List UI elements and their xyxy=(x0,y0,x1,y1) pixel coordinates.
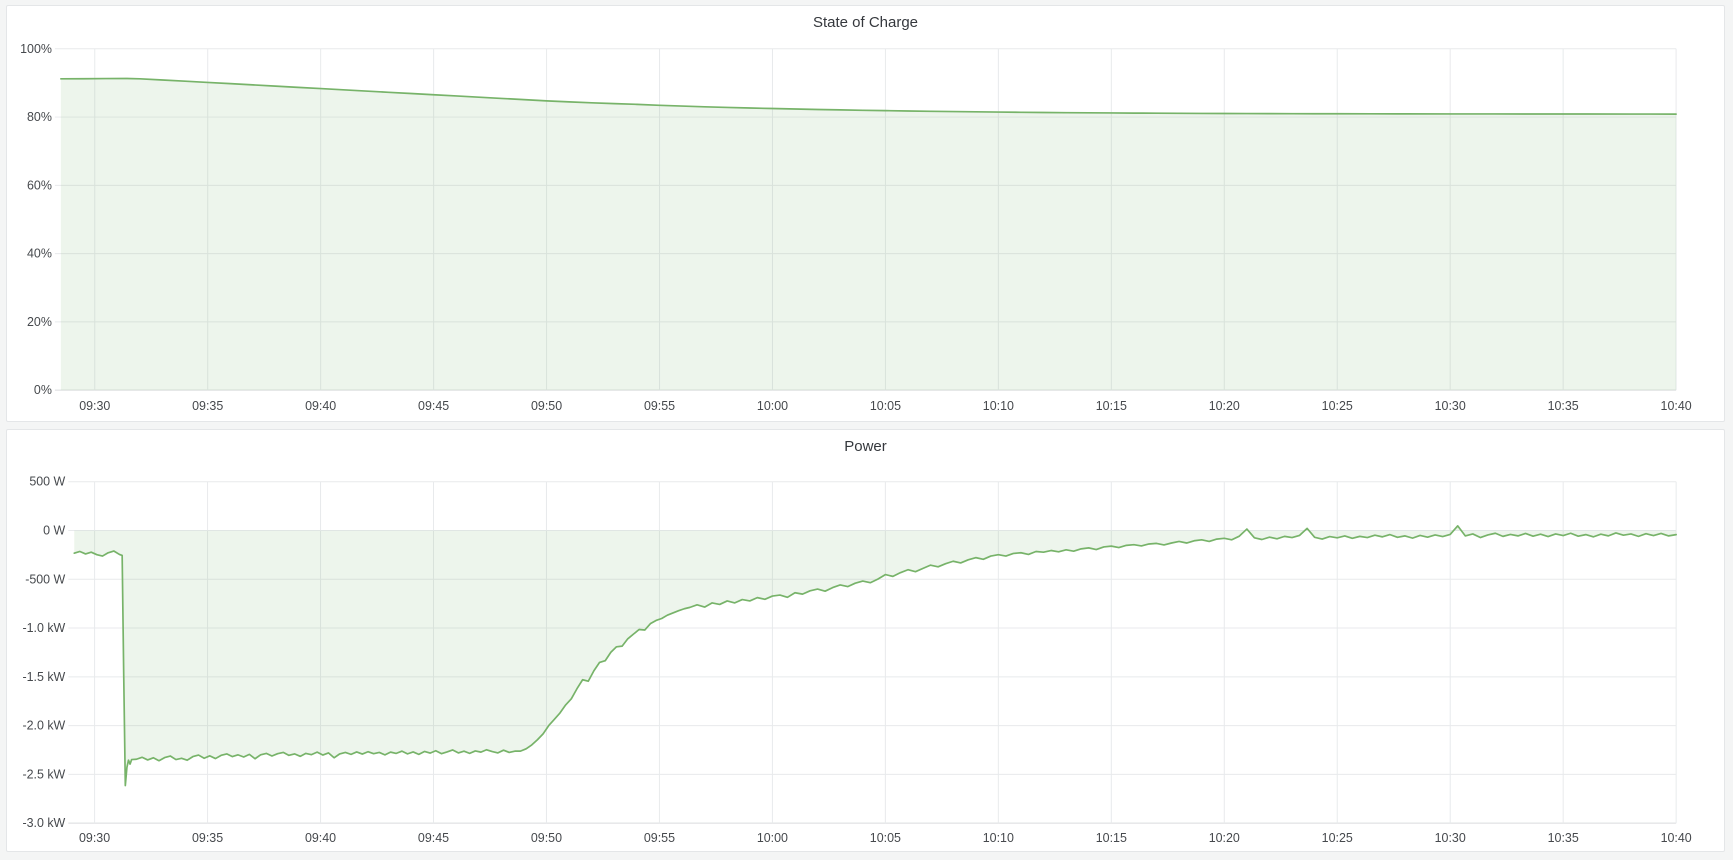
y-axis-tick-label: -1.0 kW xyxy=(22,621,65,635)
y-axis-tick-label: -3.0 kW xyxy=(22,816,65,830)
x-axis-tick-label: 10:30 xyxy=(1435,399,1466,413)
x-axis-tick-label: 10:15 xyxy=(1096,831,1127,845)
x-axis-tick-label: 10:20 xyxy=(1209,831,1240,845)
soc-chart-canvas[interactable]: 100% 80% 60% 40% 20% 0% 09:30 09:35 09:40 09:45 09… xyxy=(7,6,1724,421)
x-axis-tick-label: 10:40 xyxy=(1661,399,1692,413)
power-area-fill xyxy=(74,526,1676,786)
x-axis-tick-label: 09:50 xyxy=(531,831,562,845)
x-axis-tick-label: 09:35 xyxy=(192,399,223,413)
x-axis-tick-label: 09:45 xyxy=(418,399,449,413)
x-axis-tick-label: 10:00 xyxy=(757,399,788,413)
x-axis-tick-label: 10:05 xyxy=(870,399,901,413)
x-axis-tick-label: 09:35 xyxy=(192,831,223,845)
y-axis-tick-label: -1.5 kW xyxy=(22,670,65,684)
y-axis-tick-label: 500 W xyxy=(29,475,65,489)
x-axis-tick-label: 10:15 xyxy=(1096,399,1127,413)
x-axis-tick-label: 10:10 xyxy=(983,399,1014,413)
y-axis-tick-label: 60% xyxy=(27,178,52,192)
x-axis-tick-label: 09:45 xyxy=(418,831,449,845)
x-axis-tick-label: 09:30 xyxy=(79,831,110,845)
power-chart-canvas[interactable]: 500 W 0 W -500 W -1.0 kW -1.5 kW -2.0 kW -2.5 … xyxy=(7,430,1724,851)
y-axis-tick-label: 80% xyxy=(27,110,52,124)
dashboard: 100% 80% 60% 40% 20% 0% 09:30 09:35 09:40 09:45 09… xyxy=(0,0,1733,860)
y-axis-tick-label: 0% xyxy=(34,383,52,397)
y-axis-tick-label: -2.0 kW xyxy=(22,719,65,733)
y-axis-tick-label: -2.5 kW xyxy=(22,767,65,781)
y-axis-tick-label: -500 W xyxy=(25,572,65,586)
x-axis-tick-label: 10:10 xyxy=(983,831,1014,845)
x-axis-tick-label: 10:25 xyxy=(1322,399,1353,413)
x-axis-tick-label: 09:55 xyxy=(644,831,675,845)
x-axis-tick-label: 10:05 xyxy=(870,831,901,845)
x-axis-tick-label: 09:50 xyxy=(531,399,562,413)
x-axis-tick-label: 09:40 xyxy=(305,399,336,413)
y-axis-tick-label: 0 W xyxy=(43,524,65,538)
y-axis-tick-label: 40% xyxy=(27,247,52,261)
x-axis-tick-label: 10:00 xyxy=(757,831,788,845)
x-axis-tick-label: 10:20 xyxy=(1209,399,1240,413)
panel-title-state-of-charge[interactable]: State of Charge xyxy=(7,14,1724,31)
panel-power: 500 W 0 W -500 W -1.0 kW -1.5 kW -2.0 kW -2.5 … xyxy=(6,429,1725,852)
x-axis-tick-label: 09:40 xyxy=(305,831,336,845)
x-axis-tick-label: 10:35 xyxy=(1548,831,1579,845)
panel-title-power[interactable]: Power xyxy=(7,438,1724,455)
panel-state-of-charge: 100% 80% 60% 40% 20% 0% 09:30 09:35 09:40 09:45 09… xyxy=(6,5,1725,422)
x-axis-tick-label: 10:25 xyxy=(1322,831,1353,845)
x-axis-tick-label: 10:35 xyxy=(1548,399,1579,413)
x-axis-tick-label: 09:30 xyxy=(79,399,110,413)
x-axis-tick-label: 09:55 xyxy=(644,399,675,413)
x-axis-tick-label: 10:30 xyxy=(1435,831,1466,845)
soc-area-fill xyxy=(61,78,1676,390)
x-axis-tick-label: 10:40 xyxy=(1661,831,1692,845)
y-axis-tick-label: 20% xyxy=(27,315,52,329)
y-axis-tick-label: 100% xyxy=(20,42,52,56)
